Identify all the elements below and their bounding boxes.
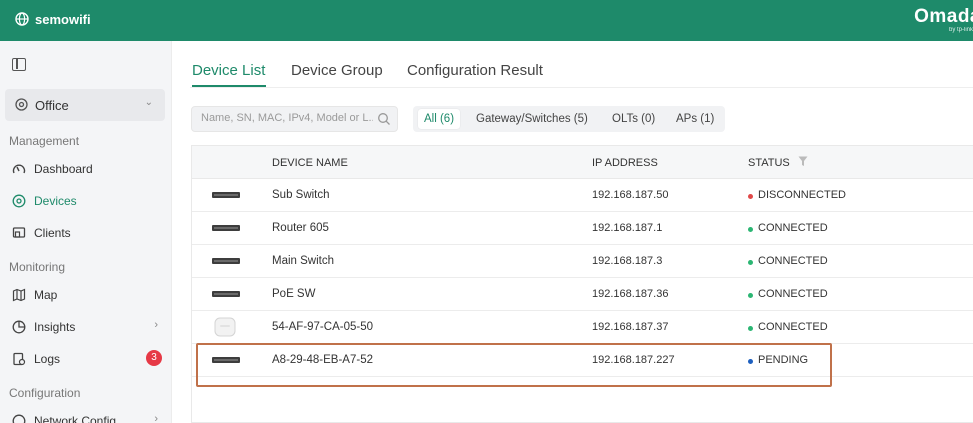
- sidebar: Office ⌄ Management Dashboard Devices Cl…: [0, 41, 172, 423]
- tab-device-group[interactable]: Device Group: [291, 62, 383, 79]
- column-ip-address[interactable]: IP ADDRESS: [592, 157, 658, 169]
- device-name[interactable]: Router 605: [272, 222, 329, 234]
- search-input[interactable]: [201, 112, 373, 124]
- site-selector[interactable]: Office ⌄: [5, 89, 165, 121]
- search-icon[interactable]: [377, 112, 391, 126]
- brand-logo: Omada: [914, 6, 973, 27]
- filter-all[interactable]: All (6): [418, 109, 461, 129]
- device-ip: 192.168.187.3: [592, 255, 663, 267]
- sidebar-item-label: Map: [34, 288, 58, 302]
- table-row[interactable]: 54-AF-97-CA-05-50 192.168.187.37 CONNECTED: [192, 311, 973, 344]
- sidebar-item-label: Insights: [34, 320, 76, 334]
- tabs-divider: [190, 87, 973, 88]
- filter-icon[interactable]: [798, 156, 808, 167]
- sidebar-item-label: Clients: [34, 226, 71, 240]
- status-badge: CONNECTED: [758, 321, 828, 333]
- tab-configuration-result[interactable]: Configuration Result: [407, 62, 543, 79]
- sidebar-item-label: Network Config: [34, 414, 117, 423]
- brand-sub: by tp-link: [948, 27, 973, 33]
- router-icon: [212, 225, 240, 231]
- sidebar-item-devices[interactable]: Devices: [0, 187, 172, 215]
- sidebar-item-dashboard[interactable]: Dashboard: [0, 155, 172, 183]
- clients-icon: [12, 227, 26, 238]
- sidebar-item-network-config[interactable]: Network Config ›: [0, 407, 172, 423]
- device-ip: 192.168.187.1: [592, 222, 663, 234]
- site-selector-value: Office: [35, 98, 69, 113]
- sidebar-item-label: Dashboard: [34, 162, 93, 176]
- network-config-icon: [12, 414, 26, 423]
- table-row[interactable]: PoE SW 192.168.187.36 CONNECTED: [192, 278, 973, 311]
- logs-icon: [13, 352, 26, 366]
- table-row[interactable]: Sub Switch 192.168.187.50 DISCONNECTED: [192, 179, 973, 212]
- highlight-box: [196, 343, 832, 387]
- status-dot: [748, 194, 753, 199]
- status-dot: [748, 293, 753, 298]
- status-badge: CONNECTED: [758, 288, 828, 300]
- logs-count-badge: 3: [146, 350, 162, 366]
- status-dot: [748, 260, 753, 265]
- filter-olts[interactable]: OLTs (0): [606, 109, 661, 129]
- device-name[interactable]: Main Switch: [272, 255, 334, 267]
- insights-icon: [12, 320, 26, 334]
- filter-gateway-switches[interactable]: Gateway/Switches (5): [470, 109, 594, 129]
- gauge-icon: [12, 164, 26, 174]
- devices-icon: [12, 194, 26, 208]
- column-status[interactable]: STATUS: [748, 157, 790, 169]
- device-name[interactable]: PoE SW: [272, 288, 315, 300]
- status-badge: CONNECTED: [758, 222, 828, 234]
- sidebar-item-label: Devices: [34, 194, 77, 208]
- section-management: Management: [9, 134, 80, 148]
- status-dot: [748, 227, 753, 232]
- device-ip: 192.168.187.50: [592, 189, 669, 201]
- sidebar-item-insights[interactable]: Insights ›: [0, 313, 172, 341]
- filter-aps[interactable]: APs (1): [670, 109, 720, 129]
- globe-icon: [15, 12, 29, 26]
- chevron-down-icon: ⌄: [144, 97, 153, 108]
- sidebar-item-label: Logs: [34, 352, 61, 366]
- device-ip: 192.168.187.36: [592, 288, 669, 300]
- sidebar-item-map[interactable]: Map: [0, 281, 172, 309]
- section-configuration: Configuration: [9, 386, 81, 400]
- chevron-right-icon: ›: [154, 413, 158, 423]
- device-name[interactable]: 54-AF-97-CA-05-50: [272, 321, 373, 333]
- chevron-right-icon: ›: [154, 319, 158, 331]
- section-monitoring: Monitoring: [9, 260, 66, 274]
- tab-device-list[interactable]: Device List: [192, 62, 265, 79]
- access-point-icon: [214, 317, 236, 337]
- switch-icon: [212, 258, 240, 264]
- device-type-filter: All (6) Gateway/Switches (5) OLTs (0) AP…: [413, 106, 725, 132]
- top-bar: semowifi Omada by tp-link: [0, 0, 973, 41]
- device-ip: 192.168.187.37: [592, 321, 669, 333]
- device-name[interactable]: Sub Switch: [272, 189, 330, 201]
- sidebar-collapse-icon[interactable]: [12, 58, 26, 71]
- status-badge: DISCONNECTED: [758, 189, 847, 201]
- site-name[interactable]: semowifi: [35, 12, 91, 27]
- table-row[interactable]: Router 605 192.168.187.1 CONNECTED: [192, 212, 973, 245]
- status-dot: [748, 326, 753, 331]
- map-icon: [12, 288, 26, 302]
- sidebar-item-logs[interactable]: Logs 3: [0, 345, 172, 373]
- switch-icon: [212, 291, 240, 297]
- location-pin-icon: [15, 98, 28, 111]
- device-search: [191, 106, 398, 132]
- sidebar-item-clients[interactable]: Clients: [0, 219, 172, 247]
- table-row[interactable]: Main Switch 192.168.187.3 CONNECTED: [192, 245, 973, 278]
- switch-icon: [212, 192, 240, 198]
- table-header: DEVICE NAME IP ADDRESS STATUS: [192, 146, 973, 179]
- status-badge: CONNECTED: [758, 255, 828, 267]
- column-device-name[interactable]: DEVICE NAME: [272, 157, 348, 169]
